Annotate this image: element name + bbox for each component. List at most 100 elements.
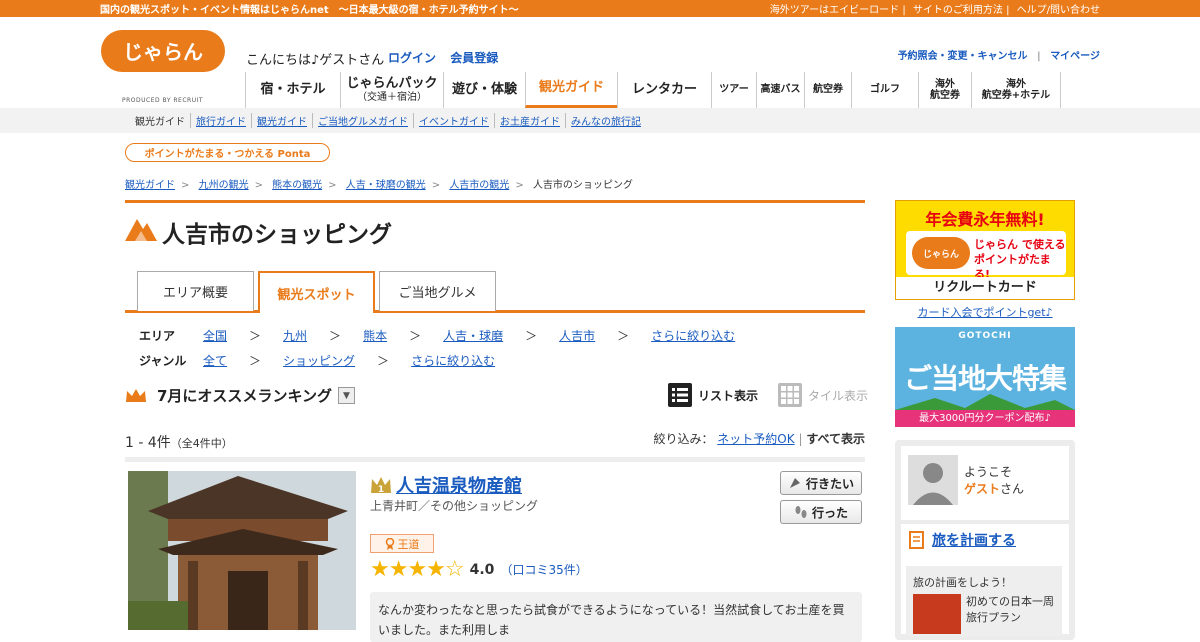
plan-title: 旅を計画する: [908, 530, 1016, 550]
tab-spots[interactable]: 観光スポット: [258, 271, 375, 313]
card-signup-link[interactable]: カード入会でポイントget♪: [895, 304, 1075, 320]
tile-icon: [778, 383, 803, 407]
nav-overseas-flight[interactable]: 海外 航空券: [918, 72, 971, 108]
produced-by: PRODUCED BY RECRUIT: [122, 97, 204, 104]
ranking-dropdown-button[interactable]: ▼: [338, 387, 355, 404]
top-bar: 国内の観光スポット・イベント情報はじゃらんnet ～日本最大級の宿・ホテル予約サ…: [0, 0, 1200, 17]
area-kyushu[interactable]: 九州: [283, 327, 307, 344]
title-bar: 人吉市のショッピング: [125, 200, 865, 250]
subnav-souvenir-guide[interactable]: お土産ガイド: [494, 113, 565, 128]
header-right-links: 予約照会・変更・キャンセル | マイページ: [897, 51, 1100, 62]
sub-nav: 観光ガイド 旅行ガイド 観光ガイド ご当地グルメガイド イベントガイド お土産ガ…: [0, 108, 1200, 133]
narrow-filter: 絞り込み： ネット予約OK | すべて表示: [653, 432, 865, 446]
subnav-current: 観光ガイド: [135, 117, 185, 128]
reservation-link[interactable]: 予約照会・変更・キャンセル: [898, 51, 1028, 62]
nav-sightseeing-guide[interactable]: 観光ガイド: [525, 72, 617, 108]
subnav-event-guide[interactable]: イベントガイド: [413, 113, 494, 128]
subnav-travel-guide[interactable]: 旅行ガイド: [190, 113, 251, 128]
ad1-mid-text: じゃらん で使える: [974, 238, 1066, 251]
plan-box: 旅を計画する 旅の計画をしよう！ 初めての日本一周 旅行プラン: [901, 524, 1069, 636]
rating: ★★★★☆ 4.0 （口コミ35件）: [370, 557, 588, 582]
ad1-box: じゃらん じゃらん で使える ポイントがたまる!: [906, 231, 1066, 281]
tile-view-button[interactable]: タイル表示: [778, 383, 868, 407]
tab-area-overview[interactable]: エリア概要: [137, 271, 254, 311]
plan-trip-link[interactable]: 旅を計画する: [932, 530, 1016, 550]
notepad-icon: [909, 531, 924, 549]
mountain-icon: [125, 219, 157, 241]
nav-tour[interactable]: ツアー: [711, 72, 756, 108]
spot-photo[interactable]: [128, 471, 356, 630]
ponta-banner[interactable]: ポイントがたまる・つかえる Ponta: [125, 143, 330, 162]
avatar: [908, 455, 958, 505]
area-hitoyoshi-kuma[interactable]: 人吉・球磨: [443, 327, 503, 344]
nav-golf[interactable]: ゴルフ: [851, 72, 918, 108]
top-bar-links: 海外ツアーはエイビーロード | サイトのご利用方法 | ヘルプ/問い合わせ: [769, 5, 1100, 16]
shrine-image: [128, 471, 356, 630]
top-bar-tagline: 国内の観光スポット・イベント情報はじゃらんnet ～日本最大級の宿・ホテル予約サ…: [100, 5, 519, 16]
list-view-button[interactable]: リスト表示: [668, 383, 758, 407]
main-nav: 宿・ホテル じゃらんパック （交通＋宿泊） 遊び・体験 観光ガイド レンタカー ツ…: [245, 72, 1061, 108]
ad1-card-name: リクルートカード: [896, 277, 1074, 299]
logo-text: じゃらん: [123, 40, 203, 64]
area-hitoyoshi[interactable]: 人吉市: [559, 327, 595, 344]
rating-stars: ★★★★☆: [370, 557, 465, 582]
breadcrumb-item[interactable]: 観光ガイド: [125, 180, 175, 191]
ranking-selector: 7月にオススメランキング ▼: [125, 385, 355, 406]
genre-narrow-more[interactable]: さらに絞り込む: [411, 352, 495, 369]
nav-hotel[interactable]: 宿・ホテル: [245, 72, 340, 108]
spot-name-link[interactable]: 人吉温泉物産館: [396, 472, 522, 498]
genre-shopping[interactable]: ショッピング: [283, 352, 355, 369]
ad2-gotochi-label: GOTOCHI: [958, 331, 1012, 341]
recruit-card-ad[interactable]: 年会費永年無料! じゃらん じゃらん で使える ポイントがたまる! リクルートカ…: [895, 200, 1075, 300]
mypage-link[interactable]: マイページ: [1050, 51, 1100, 62]
list-divider: [125, 457, 865, 462]
area-narrow-more[interactable]: さらに絞り込む: [651, 327, 735, 344]
filters: エリア 全国＞ 九州＞ 熊本＞ 人吉・球磨＞ 人吉市＞ さらに絞り込む ジャンル…: [139, 323, 757, 373]
badge-icon: [385, 537, 394, 550]
area-kumamoto[interactable]: 熊本: [363, 327, 387, 344]
user-box: ようこそ ゲストさん: [901, 446, 1069, 520]
went-button[interactable]: 行った: [780, 500, 862, 524]
area-all[interactable]: 全国: [203, 327, 227, 344]
nav-jalan-pack[interactable]: じゃらんパック （交通＋宿泊）: [340, 72, 443, 108]
genre-filter-label: ジャンル: [139, 354, 187, 368]
register-link[interactable]: 会員登録: [450, 51, 498, 65]
nav-activities[interactable]: 遊び・体験: [443, 72, 525, 108]
breadcrumb-item[interactable]: 人吉市の観光: [449, 180, 509, 191]
top-link-abroad[interactable]: 海外ツアーはエイビーロード: [770, 5, 899, 16]
nav-rentacar[interactable]: レンタカー: [617, 72, 711, 108]
plan-item-text[interactable]: 初めての日本一周 旅行プラン: [966, 594, 1054, 626]
ad1-title: 年会費永年無料!: [925, 210, 1045, 229]
nav-flight[interactable]: 航空券: [804, 72, 851, 108]
login-link[interactable]: ログイン: [388, 51, 436, 65]
narrow-net-booking[interactable]: ネット予約OK: [717, 432, 794, 446]
plan-thumbnail[interactable]: [913, 594, 961, 634]
breadcrumb-item[interactable]: 人吉・球磨の観光: [346, 180, 426, 191]
rank-crown-icon: 1: [371, 477, 391, 495]
nav-overseas-flight-hotel[interactable]: 海外 航空券+ホテル: [971, 72, 1061, 108]
top-link-help[interactable]: ヘルプ/問い合わせ: [1017, 5, 1100, 16]
review-count-link[interactable]: （口コミ35件）: [500, 561, 587, 578]
breadcrumb-item[interactable]: 九州の観光: [199, 180, 249, 191]
area-filter-row: エリア 全国＞ 九州＞ 熊本＞ 人吉・球磨＞ 人吉市＞ さらに絞り込む: [139, 327, 736, 344]
result-count: 1 - 4件（全4件中）: [125, 435, 233, 451]
review-snippet: なんか変わったなと思ったら試食ができるようになっている！当然試食してお土産を買い…: [370, 592, 862, 642]
breadcrumb-item[interactable]: 熊本の観光: [272, 180, 322, 191]
footprint-icon: [795, 506, 807, 518]
narrow-show-all[interactable]: すべて表示: [806, 432, 865, 446]
genre-all[interactable]: 全て: [203, 352, 227, 369]
want-to-go-button[interactable]: 行きたい: [780, 471, 862, 495]
tab-gourmet[interactable]: ご当地グルメ: [379, 271, 496, 311]
mountain-illustration: [895, 394, 1075, 410]
nav-bus[interactable]: 高速バス: [756, 72, 804, 108]
top-link-usage[interactable]: サイトのご利用方法: [913, 5, 1003, 16]
subnav-travelogue[interactable]: みんなの旅行記: [565, 113, 646, 128]
subnav-gourmet-guide[interactable]: ご当地グルメガイド: [312, 113, 413, 128]
pin-icon: [789, 478, 800, 488]
genre-filter-row: ジャンル 全て＞ ショッピング＞ さらに絞り込む: [139, 352, 496, 369]
subnav-sightseeing-guide[interactable]: 観光ガイド: [251, 113, 312, 128]
spot-title: 1 人吉温泉物産館: [370, 472, 522, 498]
jalan-logo[interactable]: じゃらん: [100, 29, 226, 73]
gotochi-ad[interactable]: GOTOCHI ご当地大特集 最大3000円分クーポン配布♪: [895, 327, 1075, 427]
svg-text:1: 1: [378, 485, 384, 495]
